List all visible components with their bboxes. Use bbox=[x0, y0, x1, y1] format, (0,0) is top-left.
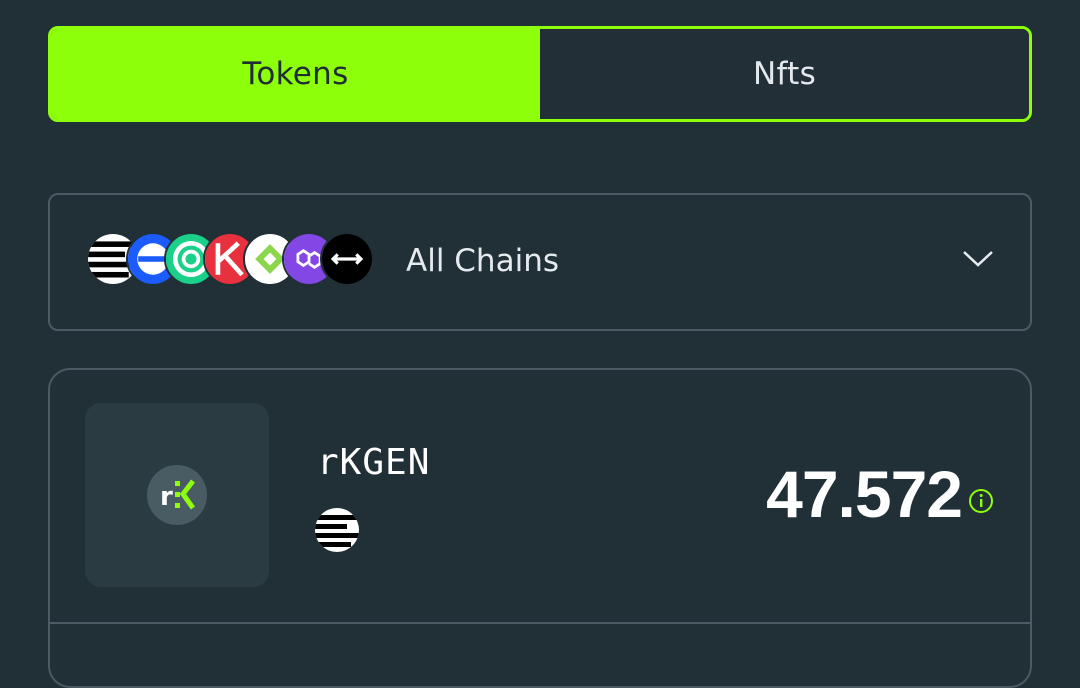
chain-selector-label: All Chains bbox=[406, 243, 559, 279]
chevron-down-icon[interactable] bbox=[962, 247, 994, 271]
token-logo-box: r bbox=[85, 403, 269, 587]
chain-icons-stack bbox=[86, 232, 386, 288]
token-name: rKGEN bbox=[317, 442, 431, 483]
info-icon[interactable] bbox=[968, 488, 994, 514]
stripes-chain-icon bbox=[315, 508, 359, 552]
svg-text:r: r bbox=[160, 482, 173, 512]
chain-selector[interactable]: All Chains bbox=[48, 193, 1032, 331]
tab-tokens[interactable]: Tokens bbox=[51, 29, 540, 119]
token-row[interactable]: r rKGEN 47.572 bbox=[50, 370, 1030, 624]
token-list: r rKGEN 47.572 bbox=[48, 368, 1032, 688]
tab-nfts[interactable]: Nfts bbox=[540, 29, 1029, 119]
arrows-chain-icon bbox=[320, 232, 374, 286]
rkgen-logo-icon: r bbox=[147, 465, 207, 525]
token-balance: 47.572 bbox=[766, 457, 963, 531]
asset-tabs: Tokens Nfts bbox=[48, 26, 1032, 122]
